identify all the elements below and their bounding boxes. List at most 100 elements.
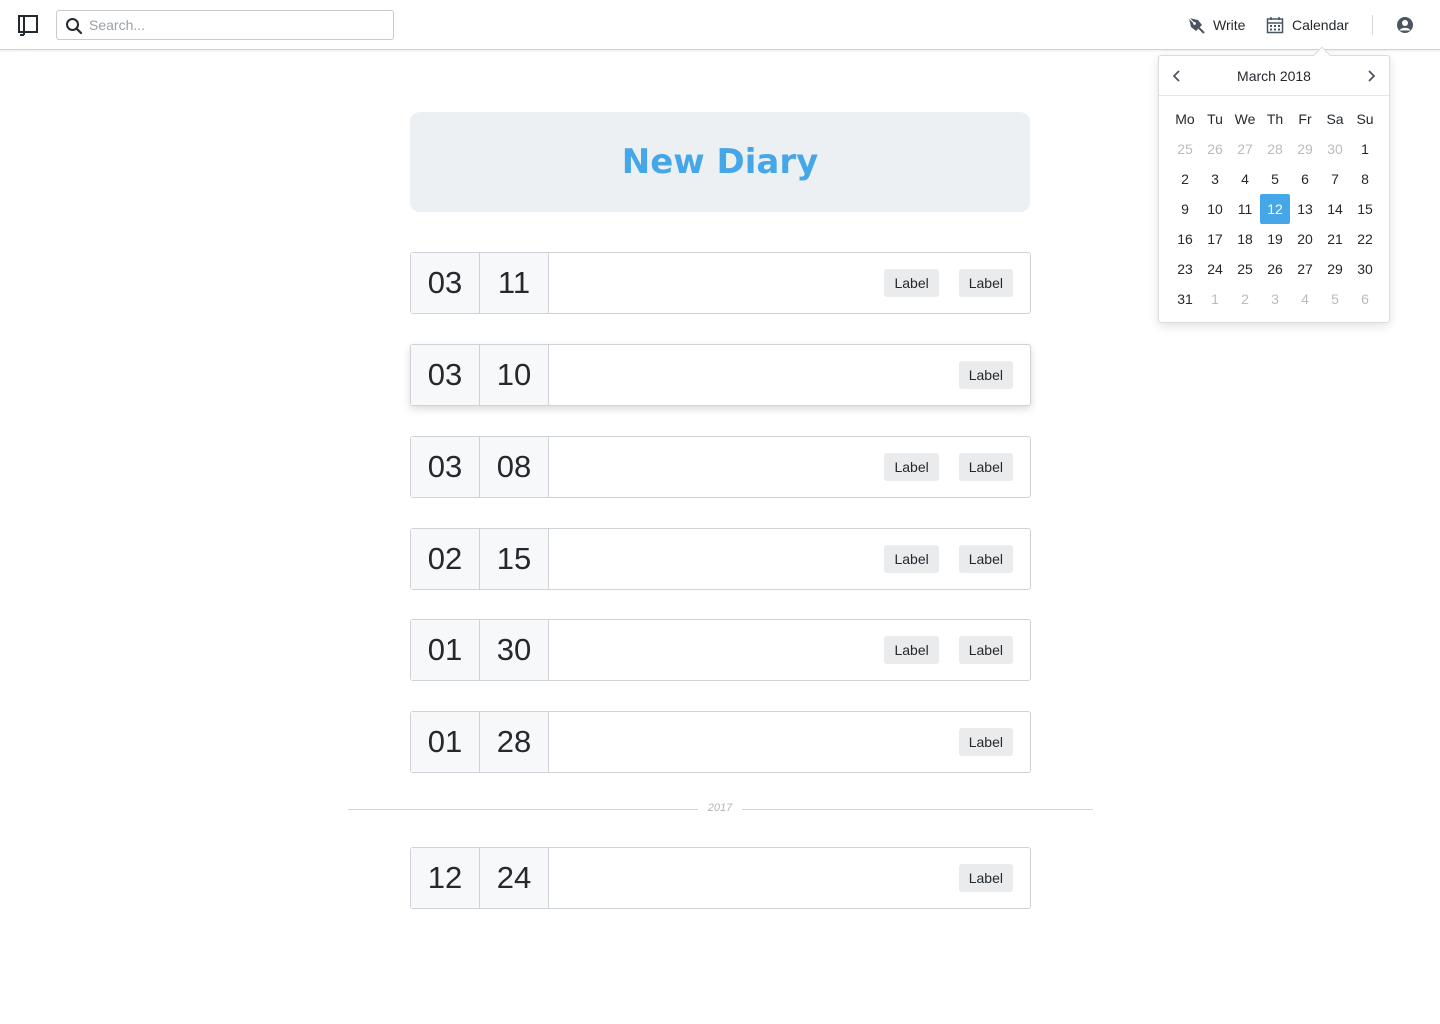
entry-body[interactable]: Label Label [549,620,1030,680]
diary-entry[interactable]: 02 15 Label Label [410,528,1031,590]
calendar-day[interactable]: 30 [1350,254,1380,284]
entry-label-tag[interactable]: Label [958,864,1013,892]
calendar-button[interactable]: Calendar [1266,14,1349,36]
calendar-day[interactable]: 1 [1350,134,1380,164]
calendar-day[interactable]: 21 [1320,224,1350,254]
calendar-day[interactable]: 3 [1200,164,1230,194]
entry-body[interactable]: Label [549,848,1030,908]
calendar-day[interactable]: 28 [1260,134,1290,164]
entry-label-tag[interactable]: Label [884,269,939,297]
calendar-month-title: March 2018 [1237,68,1311,84]
calendar-day[interactable]: 30 [1320,134,1350,164]
calendar-day[interactable]: 5 [1320,284,1350,314]
calendar-day[interactable]: 4 [1230,164,1260,194]
calendar-day[interactable]: 25 [1170,134,1200,164]
entry-body[interactable]: Label Label [549,437,1030,497]
header-divider [1372,15,1373,35]
calendar-day[interactable]: 2 [1230,284,1260,314]
calendar-grid: Mo Tu We Th Fr Sa Su 25 26 27 28 29 30 1 2 3 4 5 6 7 8 9 10 11 1… [1170,104,1380,314]
calendar-day[interactable]: 13 [1290,194,1320,224]
calendar-day[interactable]: 5 [1260,164,1290,194]
new-diary-banner[interactable]: New Diary [410,112,1030,212]
weekday-header: Sa [1326,111,1344,127]
entry-month: 03 [411,253,480,313]
year-label: 2017 [707,802,733,814]
calendar-day[interactable]: 29 [1290,134,1320,164]
calendar-day[interactable]: 20 [1290,224,1320,254]
entry-body[interactable]: Label [549,345,1030,405]
entry-label-tag[interactable]: Label [958,636,1013,664]
entry-body[interactable]: Label Label [549,529,1030,589]
calendar-day[interactable]: 6 [1350,284,1380,314]
calendar-day[interactable]: 4 [1290,284,1320,314]
calendar-day[interactable]: 26 [1200,134,1230,164]
calendar-day[interactable]: 18 [1230,224,1260,254]
entry-label-tag[interactable]: Label [958,545,1013,573]
calendar-day[interactable]: 29 [1320,254,1350,284]
calendar-day[interactable]: 23 [1170,254,1200,284]
entry-label-tag[interactable]: Label [958,728,1013,756]
weekday-header: Fr [1298,111,1312,127]
separator-line [742,809,1093,810]
calendar-day[interactable]: 7 [1320,164,1350,194]
calendar-day[interactable]: 8 [1350,164,1380,194]
calendar-day[interactable]: 6 [1290,164,1320,194]
entry-month: 12 [411,848,480,908]
diary-logo-icon[interactable] [17,14,39,36]
write-button[interactable]: Write [1187,14,1245,36]
entry-body[interactable]: Label [549,712,1030,772]
diary-entry[interactable]: 12 24 Label [410,847,1031,909]
weekday-header: Th [1266,111,1284,127]
search-input[interactable] [89,15,379,35]
next-month-icon[interactable] [1363,68,1379,84]
calendar-day[interactable]: 25 [1230,254,1260,284]
calendar-day[interactable]: 27 [1290,254,1320,284]
diary-entry[interactable]: 01 30 Label Label [410,619,1031,681]
diary-entry[interactable]: 01 28 Label [410,711,1031,773]
calendar-day[interactable]: 11 [1230,194,1260,224]
calendar-day[interactable]: 15 [1350,194,1380,224]
calendar-day[interactable]: 26 [1260,254,1290,284]
top-bar: Write Calendar [0,0,1440,50]
diary-entry[interactable]: 03 10 Label [410,344,1031,406]
entry-day: 11 [480,253,549,313]
calendar-day[interactable]: 24 [1200,254,1230,284]
entry-label-tag[interactable]: Label [958,269,1013,297]
calendar-day[interactable]: 31 [1170,284,1200,314]
calendar-day[interactable]: 9 [1170,194,1200,224]
calendar-day[interactable]: 14 [1320,194,1350,224]
entry-month: 02 [411,529,480,589]
entry-label-tag[interactable]: Label [884,453,939,481]
diary-entry[interactable]: 03 08 Label Label [410,436,1031,498]
entry-label-tag[interactable]: Label [958,453,1013,481]
calendar-day[interactable]: 2 [1170,164,1200,194]
entry-label-tag[interactable]: Label [884,636,939,664]
entry-month: 01 [411,620,480,680]
entry-label-tag[interactable]: Label [884,545,939,573]
calendar-day[interactable]: 3 [1260,284,1290,314]
entry-body[interactable]: Label Label [549,253,1030,313]
calendar-day[interactable]: 1 [1200,284,1230,314]
weekday-header: Su [1356,111,1374,127]
year-separator: 2017 [348,800,1093,818]
diary-entry[interactable]: 03 11 Label Label [410,252,1031,314]
calendar-day[interactable]: 16 [1170,224,1200,254]
calendar-icon [1266,17,1284,34]
weekday-header: Tu [1207,111,1223,127]
entry-label-tag[interactable]: Label [958,361,1013,389]
calendar-header: March 2018 [1159,56,1389,96]
weekday-header: Mo [1175,111,1195,127]
previous-month-icon[interactable] [1169,68,1185,84]
search-box[interactable] [56,10,394,40]
calendar-day[interactable]: 17 [1200,224,1230,254]
user-avatar-icon[interactable] [1396,16,1414,34]
entry-month: 03 [411,437,480,497]
calendar-day-selected[interactable]: 12 [1260,194,1290,224]
entry-month: 03 [411,345,480,405]
calendar-day[interactable]: 19 [1260,224,1290,254]
calendar-day[interactable]: 10 [1200,194,1230,224]
calendar-day[interactable]: 27 [1230,134,1260,164]
calendar-dropdown: March 2018 Mo Tu We Th Fr Sa Su 25 26 27 28 29 30 1 2 3… [1158,55,1390,323]
calendar-day[interactable]: 22 [1350,224,1380,254]
calendar-label: Calendar [1292,17,1349,33]
